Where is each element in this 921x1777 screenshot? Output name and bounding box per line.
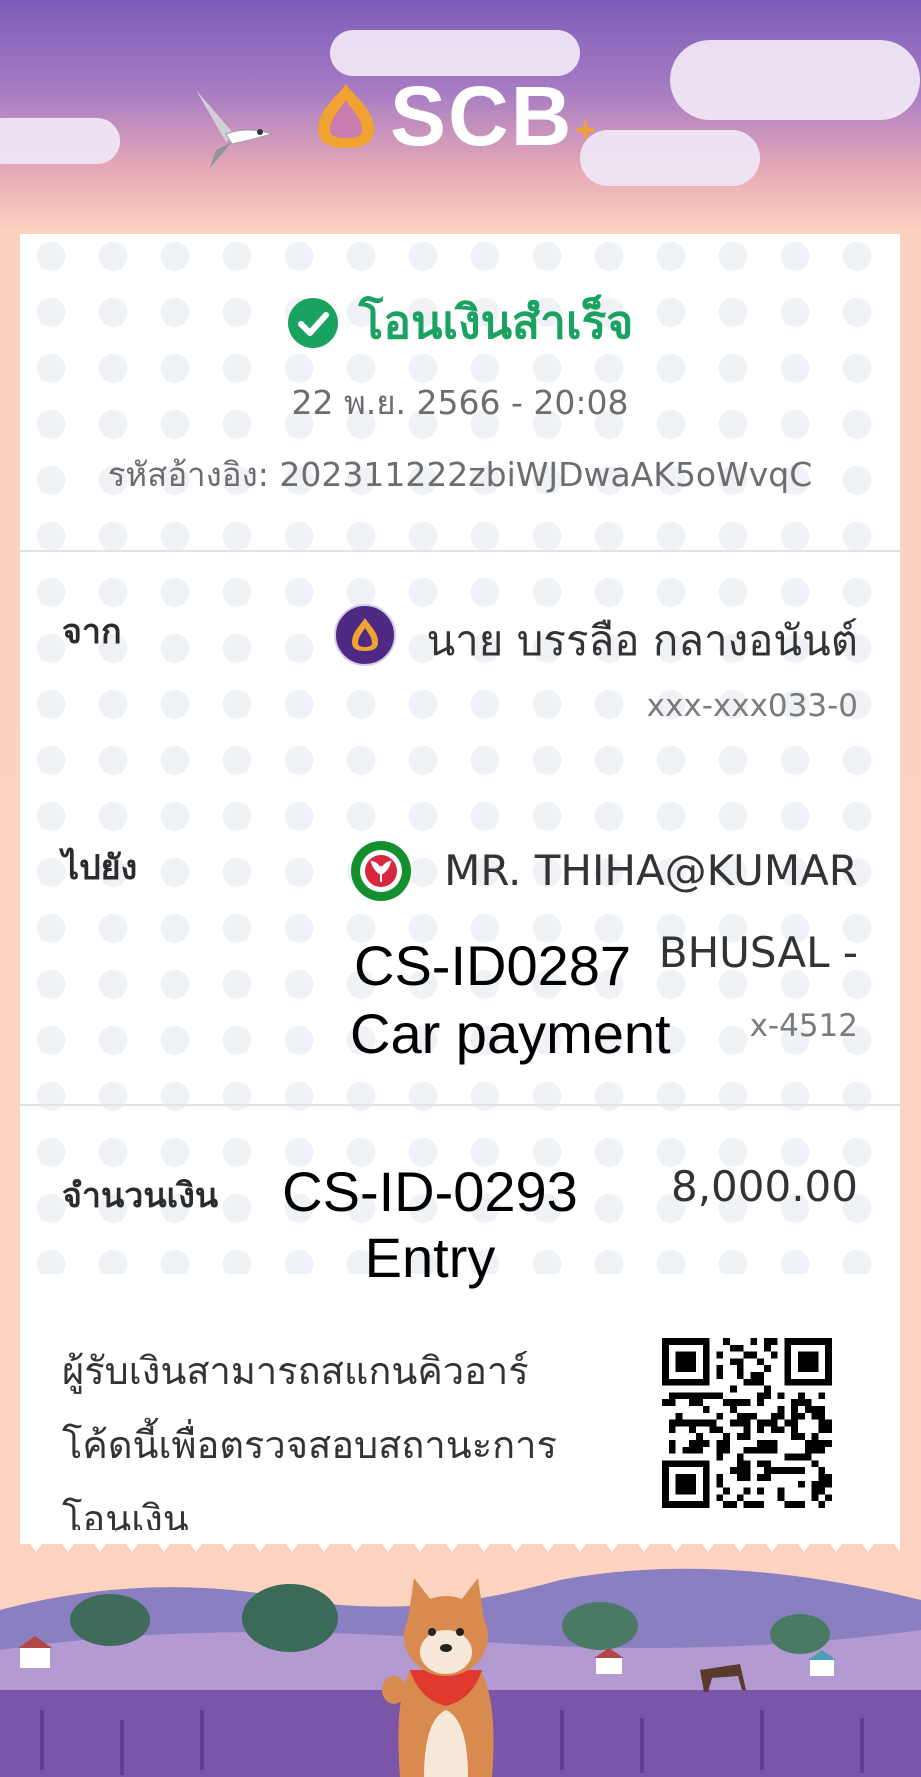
qr-instruction-line1: ผู้รับเงินสามารถสแกนคิวอาร์ xyxy=(62,1349,529,1393)
kbank-icon xyxy=(351,841,411,901)
amount-value: 8,000.00 xyxy=(670,1162,858,1211)
overlay-amount-line1: CS-ID-0293 xyxy=(282,1160,578,1223)
cloud xyxy=(670,40,920,120)
shiba-dog-mascot xyxy=(382,1578,494,1777)
brand-plus: + xyxy=(575,110,596,149)
check-circle-icon xyxy=(287,297,338,348)
status-text: โอนเงินสำเร็จ xyxy=(358,295,634,349)
cloud xyxy=(0,118,120,164)
recipient-account: x-4512 xyxy=(749,1008,858,1044)
receipt-card: โอนเงินสำเร็จ 22 พ.ย. 2566 - 20:08 รหัสอ… xyxy=(20,234,900,1544)
scb-bank-icon xyxy=(334,604,396,666)
qr-instruction: ผู้รับเงินสามารถสแกนคิวอาร์ โค้ดนี้เพื่อ… xyxy=(62,1334,622,1556)
qr-code-icon[interactable] xyxy=(662,1338,832,1508)
brand-name: SCB xyxy=(390,69,574,163)
overlay-note-line1: CS-ID0287 xyxy=(354,934,632,997)
divider xyxy=(20,550,900,552)
divider xyxy=(20,1104,900,1106)
overlay-amount-line2: Entry xyxy=(364,1226,496,1289)
reference-label: รหัสอ้างอิง: xyxy=(107,455,269,494)
transfer-datetime: 22 พ.ย. 2566 - 20:08 xyxy=(291,383,629,422)
bird-icon xyxy=(196,90,274,168)
to-label: ไปยัง xyxy=(62,848,138,888)
overlay-note-line2: Car payment xyxy=(350,1002,671,1065)
reference-number: รหัสอ้างอิง: 202311222zbiWJDwaAK5oWvqC xyxy=(20,448,900,501)
scb-logo: SCB + xyxy=(310,72,630,160)
sender-account: xxx-xxx033-0 xyxy=(646,688,858,724)
scb-logo-icon xyxy=(318,84,374,148)
recipient-name-line1: MR. THIHA@KUMAR xyxy=(444,846,858,895)
from-label: จาก xyxy=(62,612,122,652)
sender-name: นาย บรรลือ กลางอนันต์ xyxy=(426,616,858,665)
reference-value: 202311222zbiWJDwaAK5oWvqC xyxy=(279,455,813,494)
transfer-status: โอนเงินสำเร็จ xyxy=(20,286,900,359)
amount-label: จำนวนเงิน xyxy=(62,1176,219,1216)
qr-instruction-line2: โค้ดนี้เพื่อตรวจสอบสถานะการ xyxy=(62,1423,557,1467)
